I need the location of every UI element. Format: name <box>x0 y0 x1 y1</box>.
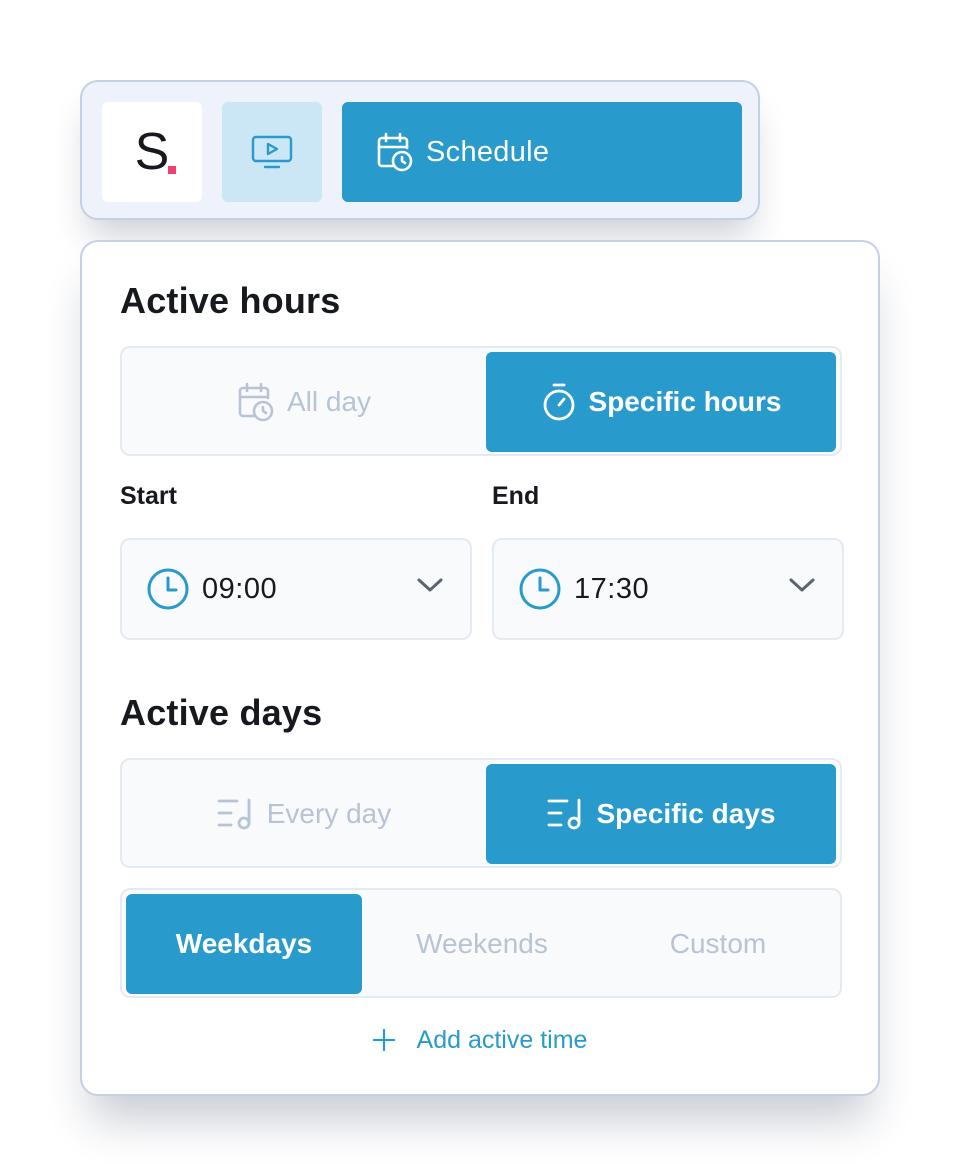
clock-icon <box>147 568 189 610</box>
weekends-label: Weekends <box>416 928 548 959</box>
end-time-value: 17:30 <box>574 572 650 605</box>
top-toolbar: S Schedule <box>80 80 760 220</box>
end-time-select[interactable]: 17:30 <box>492 538 844 640</box>
logo-dot <box>168 166 176 174</box>
schedule-button[interactable]: Schedule <box>342 102 742 202</box>
list-music-icon <box>547 798 580 830</box>
custom-option[interactable]: Custom <box>600 894 836 994</box>
clock-icon <box>519 568 561 610</box>
start-time-select[interactable]: 09:00 <box>120 538 472 640</box>
specific-hours-label: Specific hours <box>588 386 782 417</box>
calendar-clock-icon <box>238 382 274 422</box>
chevron-down-icon <box>417 578 443 592</box>
active-hours-title: Active hours <box>120 280 341 321</box>
active-hours-toggle: All day Specific hours <box>120 346 842 456</box>
all-day-label: All day <box>286 386 372 417</box>
preview-button[interactable] <box>222 102 322 202</box>
start-label: Start <box>120 482 177 510</box>
specific-hours-option[interactable]: Specific hours <box>486 352 836 452</box>
calendar-clock-icon <box>377 132 413 172</box>
schedule-label: Schedule <box>426 135 550 168</box>
add-active-time-button[interactable]: Add active time <box>82 1022 878 1058</box>
custom-label: Custom <box>669 928 767 959</box>
logo-letter: S <box>134 123 170 181</box>
start-time-value: 09:00 <box>202 572 278 605</box>
specific-days-label: Specific days <box>596 798 776 829</box>
weekdays-label: Weekdays <box>175 928 313 959</box>
specific-days-option[interactable]: Specific days <box>486 764 836 864</box>
logo: S <box>102 102 202 202</box>
schedule-settings-card: Active hours All day Specific hours Star… <box>80 240 880 1096</box>
weekdays-option[interactable]: Weekdays <box>126 894 362 994</box>
plus-icon <box>372 1029 395 1051</box>
active-days-title: Active days <box>120 692 323 733</box>
every-day-label: Every day <box>266 798 392 829</box>
add-active-time-label: Add active time <box>416 1025 588 1054</box>
every-day-option[interactable]: Every day <box>126 764 482 864</box>
monitor-play-icon <box>251 135 293 169</box>
list-music-icon <box>217 798 251 830</box>
end-label: End <box>492 482 540 510</box>
day-set-toggle: Weekdays Weekends Custom <box>120 888 842 998</box>
all-day-option[interactable]: All day <box>126 352 482 452</box>
weekends-option[interactable]: Weekends <box>364 894 600 994</box>
stopwatch-icon <box>543 383 574 421</box>
active-days-toggle: Every day Specific days <box>120 758 842 868</box>
chevron-down-icon <box>789 578 815 592</box>
